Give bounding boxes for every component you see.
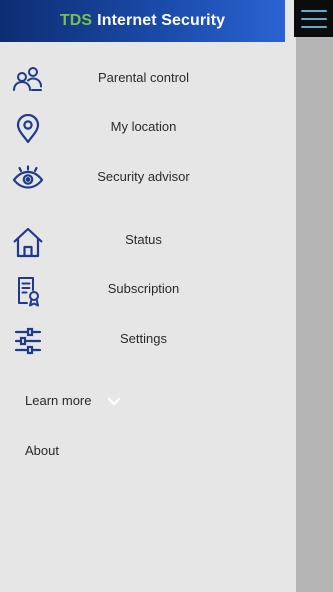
chevron-down-icon[interactable] [106, 395, 122, 407]
menu-item-settings[interactable]: Settings [0, 321, 285, 361]
learn-more-toggle[interactable]: Learn more [25, 393, 91, 408]
menu-item-my-location[interactable]: My location [0, 109, 285, 149]
menu-item-status[interactable]: Status [0, 222, 285, 262]
menu-item-subscription[interactable]: Subscription [0, 271, 285, 311]
learn-more-label: Learn more [25, 393, 92, 408]
menu-item-label: Security advisor [97, 169, 190, 184]
about-link[interactable]: About [25, 443, 59, 458]
app-screen: TDS Internet Security Parental control M… [0, 0, 333, 592]
brand-mark: TDS [59, 12, 93, 29]
drawer-header: TDS Internet Security [0, 0, 285, 42]
menu-item-label: My location [110, 119, 177, 134]
navigation-drawer: TDS Internet Security Parental control M… [0, 0, 296, 592]
brand-title: Internet Security [97, 12, 226, 29]
hamburger-icon [300, 9, 327, 12]
menu-item-label: Settings [120, 331, 167, 346]
menu-item-parental-control[interactable]: Parental control [0, 60, 285, 100]
menu-item-label: Status [125, 232, 162, 247]
menu-item-security-advisor[interactable]: Security advisor [0, 158, 285, 198]
hamburger-menu-button[interactable] [294, 0, 333, 37]
menu-item-label: Parental control [97, 70, 190, 85]
menu-item-label: Subscription [107, 281, 180, 296]
about-label: About [25, 443, 59, 458]
